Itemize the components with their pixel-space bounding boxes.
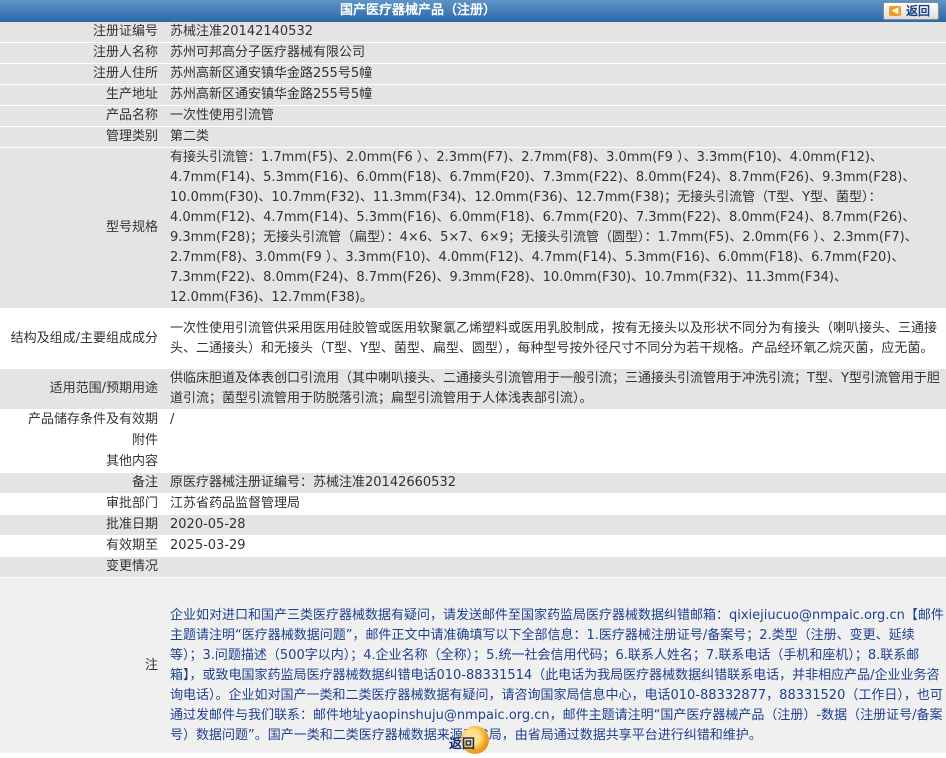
- field-value: 供临床胆道及体表创口引流用（其中喇叭接头、二通接头引流管用于一般引流；三通接头引…: [166, 368, 946, 410]
- row-management-category: 管理类别 第二类: [0, 126, 946, 148]
- field-label: 型号规格: [0, 147, 166, 309]
- row-product-name: 产品名称 一次性使用引流管: [0, 105, 946, 127]
- back-button-label: 返回: [906, 4, 931, 18]
- row-registrant-name: 注册人名称 苏州可邦高分子医疗器械有限公司: [0, 42, 946, 64]
- field-value: 苏州高新区通安镇华金路255号5幢: [166, 63, 946, 85]
- row-remarks: 备注 原医疗器械注册证编号：苏械注准20142660532: [0, 472, 946, 494]
- row-storage: 产品储存条件及有效期 /: [0, 409, 946, 431]
- row-intended-use: 适用范围/预期用途 供临床胆道及体表创口引流用（其中喇叭接头、二通接头引流管用于…: [0, 368, 946, 410]
- field-value: [166, 430, 946, 452]
- row-structure: 结构及组成/主要组成成分 一次性使用引流管供采用医用硅胶管或医用软聚氯乙烯塑料或…: [0, 308, 946, 369]
- field-value: 原医疗器械注册证编号：苏械注准20142660532: [166, 472, 946, 494]
- field-label: 附件: [0, 430, 166, 452]
- field-label: 审批部门: [0, 493, 166, 515]
- note-label: 注: [0, 577, 166, 754]
- row-registrant-address: 注册人住所 苏州高新区通安镇华金路255号5幢: [0, 63, 946, 85]
- field-value: /: [166, 409, 946, 431]
- field-value: 第二类: [166, 126, 946, 148]
- field-value: 有接头引流管：1.7mm(F5)、2.0mm(F6 ）、2.3mm(F7)、2.…: [166, 147, 946, 309]
- row-attachment: 附件: [0, 430, 946, 452]
- field-value: 苏州可邦高分子医疗器械有限公司: [166, 42, 946, 64]
- field-label: 有效期至: [0, 535, 166, 557]
- back-button-label: 返回: [449, 737, 476, 752]
- field-label: 其他内容: [0, 451, 166, 473]
- field-label: 备注: [0, 472, 166, 494]
- row-approval-date: 批准日期 2020-05-28: [0, 514, 946, 536]
- row-production-address: 生产地址 苏州高新区通安镇华金路255号5幢: [0, 84, 946, 106]
- field-value: 江苏省药品监督管理局: [166, 493, 946, 515]
- row-change-info: 变更情况: [0, 556, 946, 578]
- field-value: 2025-03-29: [166, 535, 946, 557]
- field-label: 注册人住所: [0, 63, 166, 85]
- note-text: 企业如对进口和国产三类医疗器械数据有疑问，请发送邮件至国家药监局医疗器械数据纠错…: [166, 577, 946, 754]
- row-reg-number: 注册证编号 苏械注准20142140532: [0, 22, 946, 43]
- field-label: 批准日期: [0, 514, 166, 536]
- back-button-bottom[interactable]: 返回: [447, 726, 499, 756]
- field-label: 产品名称: [0, 105, 166, 127]
- field-label: 产品储存条件及有效期: [0, 409, 166, 431]
- field-value: 一次性使用引流管: [166, 105, 946, 127]
- row-model-spec: 型号规格 有接头引流管：1.7mm(F5)、2.0mm(F6 ）、2.3mm(F…: [0, 147, 946, 309]
- page-title: 国产医疗器械产品（注册）: [339, 3, 496, 18]
- row-valid-until: 有效期至 2025-03-29: [0, 535, 946, 557]
- field-label: 结构及组成/主要组成成分: [0, 308, 166, 369]
- field-value: 苏州高新区通安镇华金路255号5幢: [166, 84, 946, 106]
- field-value: [166, 556, 946, 578]
- field-label: 注册证编号: [0, 22, 166, 43]
- field-label: 变更情况: [0, 556, 166, 578]
- field-label: 适用范围/预期用途: [0, 368, 166, 410]
- field-value: 2020-05-28: [166, 514, 946, 536]
- field-label: 生产地址: [0, 84, 166, 106]
- page-header: 国产医疗器械产品（注册） ◀ 返回: [0, 0, 946, 22]
- field-value: 一次性使用引流管供采用医用硅胶管或医用软聚氯乙烯塑料或医用乳胶制成，按有无接头以…: [166, 308, 946, 369]
- product-info-table: 注册证编号 苏械注准20142140532 注册人名称 苏州可邦高分子医疗器械有…: [0, 22, 946, 754]
- back-arrow-icon: ◀: [889, 6, 901, 16]
- row-approval-dept: 审批部门 江苏省药品监督管理局: [0, 493, 946, 515]
- field-label: 注册人名称: [0, 42, 166, 64]
- field-value: [166, 451, 946, 473]
- row-other: 其他内容: [0, 451, 946, 473]
- field-label: 管理类别: [0, 126, 166, 148]
- back-button-top[interactable]: ◀ 返回: [883, 2, 939, 20]
- field-value: 苏械注准20142140532: [166, 22, 946, 43]
